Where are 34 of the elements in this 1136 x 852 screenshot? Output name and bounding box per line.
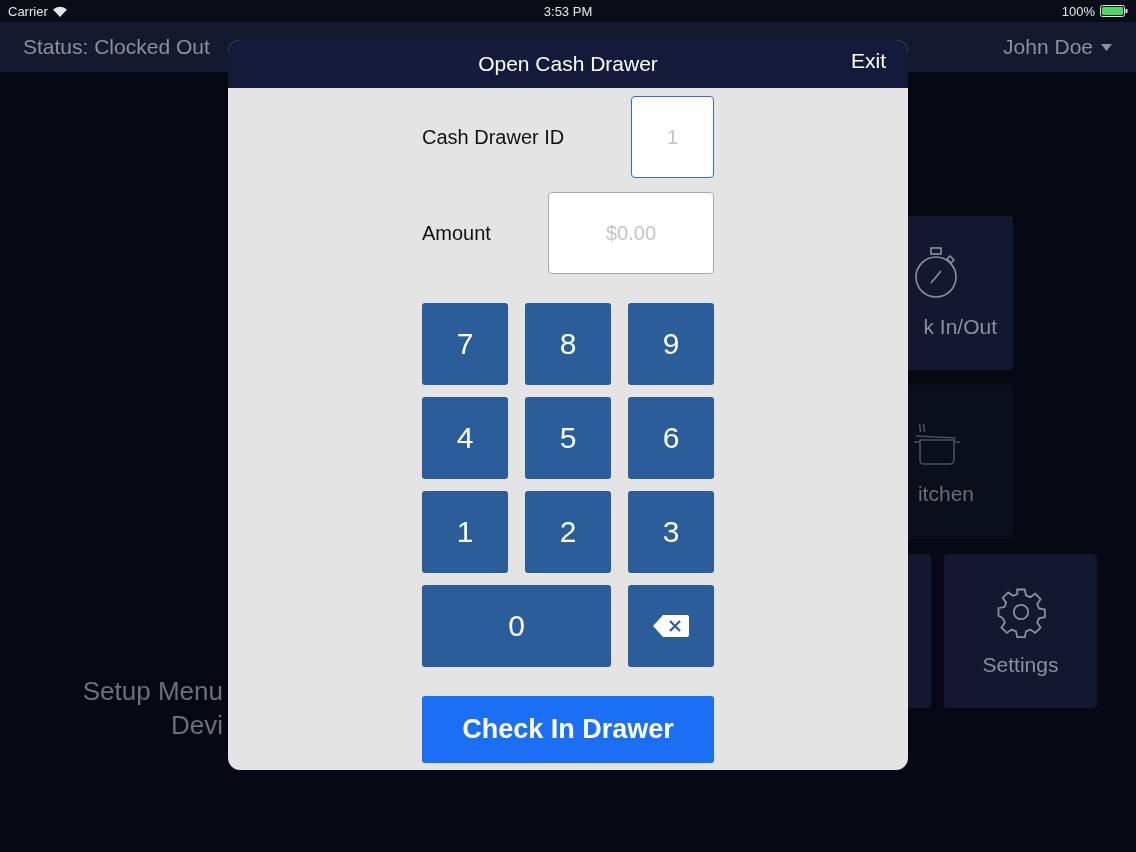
keypad-key[interactable]: 0	[422, 585, 611, 667]
keypad-key[interactable]: 2	[525, 491, 611, 573]
clock-status: Status: Clocked Out	[23, 35, 210, 59]
battery-percent: 100%	[1061, 3, 1095, 19]
setup-text: Setup Menu	[82, 675, 223, 708]
menu-tile[interactable]: Settings	[944, 554, 1097, 708]
input-field[interactable]: $0.00	[548, 192, 714, 274]
tile-label: k In/Out	[923, 315, 998, 339]
battery-icon	[1100, 5, 1128, 17]
keypad-key[interactable]: 8	[525, 303, 611, 385]
keypad-key[interactable]: 4	[422, 397, 508, 479]
keypad-key[interactable]: 1	[422, 491, 508, 573]
exit-button[interactable]: Exit	[851, 49, 886, 73]
carrier-label: Carrier	[8, 3, 48, 19]
wifi-icon	[52, 5, 67, 17]
setup-text: Devi	[171, 709, 223, 742]
status-time: 3:53 PM	[543, 3, 593, 19]
input-field[interactable]: 1	[631, 96, 714, 178]
dialog-title: Open Cash Drawer	[478, 52, 658, 76]
field-label: Amount	[422, 221, 491, 245]
check-in-drawer-button[interactable]: Check In Drawer	[422, 696, 714, 763]
keypad-key[interactable]: 9	[628, 303, 714, 385]
caret-icon	[1101, 43, 1112, 51]
tile-label: Settings	[982, 653, 1059, 677]
stopwatch-icon	[913, 247, 960, 301]
user-menu[interactable]: John Doe	[1003, 35, 1112, 59]
backspace-icon	[653, 615, 689, 637]
tile-label: itchen	[917, 482, 975, 506]
keypad-key[interactable]: 6	[628, 397, 714, 479]
keypad-key[interactable]: 5	[525, 397, 611, 479]
backspace-key[interactable]	[628, 585, 714, 667]
keypad-key[interactable]: 3	[628, 491, 714, 573]
field-label: Cash Drawer ID	[422, 125, 565, 149]
keypad-key[interactable]: 7	[422, 303, 508, 385]
